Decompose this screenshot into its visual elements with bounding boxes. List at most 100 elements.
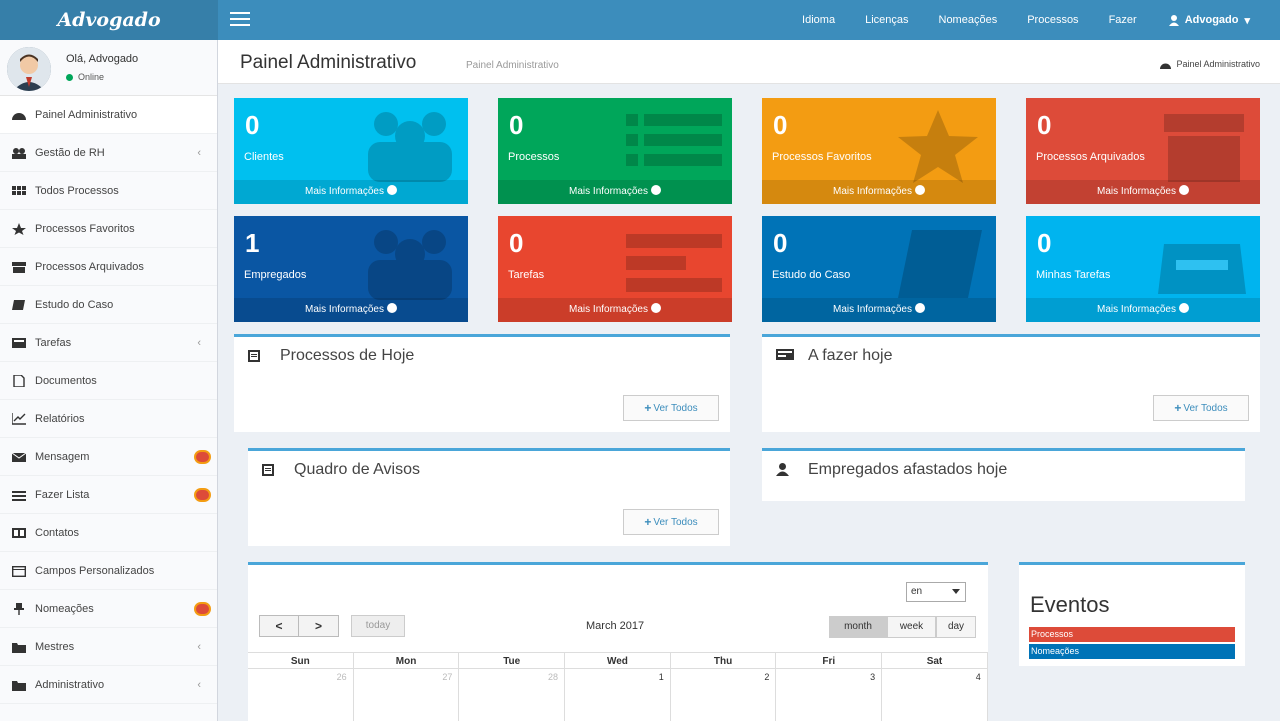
ver-todos-button[interactable]: + Ver Todos [623, 509, 719, 535]
document-icon [13, 374, 25, 387]
sidebar-item-0[interactable]: Painel Administrativo [0, 96, 217, 134]
clipboard-icon [248, 350, 260, 362]
stat-box[interactable]: 0 Processos Arquivados Mais Informações [1026, 98, 1260, 204]
next-month-button[interactable]: > [299, 615, 339, 637]
day-cell[interactable]: 2 [671, 669, 777, 721]
nav-idioma[interactable]: Idioma [802, 14, 835, 26]
language-select[interactable]: en [906, 582, 966, 602]
prev-month-button[interactable]: < [259, 615, 299, 637]
users-icon [12, 147, 26, 159]
event-processos[interactable]: Processos [1029, 627, 1235, 642]
app-logo[interactable]: Advogado [0, 0, 218, 40]
stat-box[interactable]: 0 Processos Mais Informações [498, 98, 732, 204]
nav-licencas[interactable]: Licenças [865, 14, 908, 26]
nav-processos[interactable]: Processos [1027, 14, 1078, 26]
arrow-circle-icon [1178, 303, 1189, 313]
top-nav-links: Idioma Licenças Nomeações Processos Faze… [772, 0, 1250, 40]
stat-box[interactable]: 0 Tarefas Mais Informações [498, 216, 732, 322]
user-menu[interactable]: Advogado ▾ [1168, 14, 1250, 27]
breadcrumb-label: Painel Administrativo [1176, 59, 1260, 69]
sidebar-item-11[interactable]: Contatos [0, 514, 217, 552]
more-info-link[interactable]: Mais Informações [762, 298, 996, 322]
day-cell[interactable]: 26 [248, 669, 354, 721]
form-icon [12, 565, 26, 577]
contacts-icon [12, 527, 26, 538]
sidebar-item-label: Processos Favoritos [35, 222, 135, 235]
tasks-icon [776, 349, 794, 360]
nav-nomeacoes[interactable]: Nomeações [939, 14, 998, 26]
calendar-nav: < > [259, 615, 339, 637]
more-info-link[interactable]: Mais Informações [234, 180, 468, 204]
today-button[interactable]: today [351, 615, 405, 637]
stat-value: 0 [509, 228, 524, 258]
top-navbar: Advogado Idioma Licenças Nomeações Proce… [0, 0, 1280, 40]
clipboard-icon [262, 464, 274, 476]
day-cell[interactable]: 27 [354, 669, 460, 721]
view-day-button[interactable]: day [936, 616, 976, 638]
dashboard-icon [12, 112, 26, 120]
sidebar-item-5[interactable]: Estudo do Caso [0, 286, 217, 324]
sidebar-item-12[interactable]: Campos Personalizados [0, 552, 217, 590]
stat-value: 0 [1037, 228, 1052, 258]
sidebar-item-label: Processos Arquivados [35, 260, 144, 273]
more-info-link[interactable]: Mais Informações [1026, 180, 1260, 204]
sidebar-item-6[interactable]: Tarefas ‹ [0, 324, 217, 362]
panel-empregados-afastados: Empregados afastados hoje [762, 448, 1245, 501]
more-info-link[interactable]: Mais Informações [498, 298, 732, 322]
day-header: Sun [248, 652, 354, 669]
stat-box[interactable]: 0 Clientes Mais Informações [234, 98, 468, 204]
day-cell[interactable]: 4 [882, 669, 988, 721]
user-greeting: Olá, Advogado [66, 53, 139, 65]
ver-todos-button[interactable]: + Ver Todos [1153, 395, 1249, 421]
language-select-value: en [911, 586, 923, 597]
menu-toggle-icon[interactable] [230, 12, 250, 28]
more-info-link[interactable]: Mais Informações [234, 298, 468, 322]
folder-icon [12, 680, 26, 691]
chevron-left-icon: ‹ [197, 146, 201, 159]
day-cell[interactable]: 28 [459, 669, 566, 721]
user-status: Online [66, 72, 104, 82]
sidebar-item-13[interactable]: Nomeações [0, 590, 217, 628]
sidebar-item-8[interactable]: Relatórios [0, 400, 217, 438]
view-week-button[interactable]: week [887, 616, 936, 638]
page-subtitle: Painel Administrativo [466, 60, 559, 71]
calendar-grid: Sun Mon Tue Wed Thu Fri Sat 26 27 28 1 2… [248, 652, 988, 721]
arrow-circle-icon [914, 303, 925, 313]
stat-label: Processos [508, 151, 560, 163]
sidebar-item-7[interactable]: Documentos [0, 362, 217, 400]
sidebar-item-10[interactable]: Fazer Lista [0, 476, 217, 514]
sidebar-item-3[interactable]: Processos Favoritos [0, 210, 217, 248]
stat-box[interactable]: 0 Estudo do Caso Mais Informações [762, 216, 996, 322]
sidebar-item-4[interactable]: Processos Arquivados [0, 248, 217, 286]
sidebar-item-2[interactable]: Todos Processos [0, 172, 217, 210]
sidebar-item-label: Nomeações [35, 602, 94, 615]
sidebar-item-1[interactable]: Gestão de RH ‹ [0, 134, 217, 172]
calendar-week-row: 26 27 28 1 2 3 4 [248, 669, 988, 721]
stat-label: Estudo do Caso [772, 269, 851, 281]
sidebar-item-9[interactable]: Mensagem [0, 438, 217, 476]
nav-fazer[interactable]: Fazer [1109, 14, 1137, 26]
notification-badge [194, 602, 211, 616]
more-info-link[interactable]: Mais Informações [762, 180, 996, 204]
ver-todos-button[interactable]: + Ver Todos [623, 395, 719, 421]
day-cell[interactable]: 3 [776, 669, 883, 721]
more-info-label: Mais Informações [305, 186, 384, 197]
sidebar-item-label: Documentos [35, 374, 97, 387]
stat-box[interactable]: 0 Processos Favoritos Mais Informações [762, 98, 996, 204]
stat-box[interactable]: 1 Empregados Mais Informações [234, 216, 468, 322]
sidebar-item-14[interactable]: Mestres ‹ [0, 628, 217, 666]
sidebar-item-label: Administrativo [35, 678, 105, 691]
view-month-button[interactable]: month [829, 616, 887, 638]
more-info-link[interactable]: Mais Informações [498, 180, 732, 204]
more-info-link[interactable]: Mais Informações [1026, 298, 1260, 322]
breadcrumb[interactable]: Painel Administrativo [1160, 59, 1260, 69]
more-info-label: Mais Informações [569, 186, 648, 197]
notification-badge [194, 488, 211, 502]
event-nomeacoes[interactable]: Nomeações [1029, 644, 1235, 659]
sidebar-item-15[interactable]: Administrativo ‹ [0, 666, 217, 704]
stat-box[interactable]: 0 Minhas Tarefas Mais Informações [1026, 216, 1260, 322]
panel-title: Empregados afastados hoje [808, 461, 1008, 478]
day-cell[interactable]: 1 [565, 669, 671, 721]
stat-value: 0 [773, 228, 788, 258]
more-info-label: Mais Informações [305, 304, 384, 315]
